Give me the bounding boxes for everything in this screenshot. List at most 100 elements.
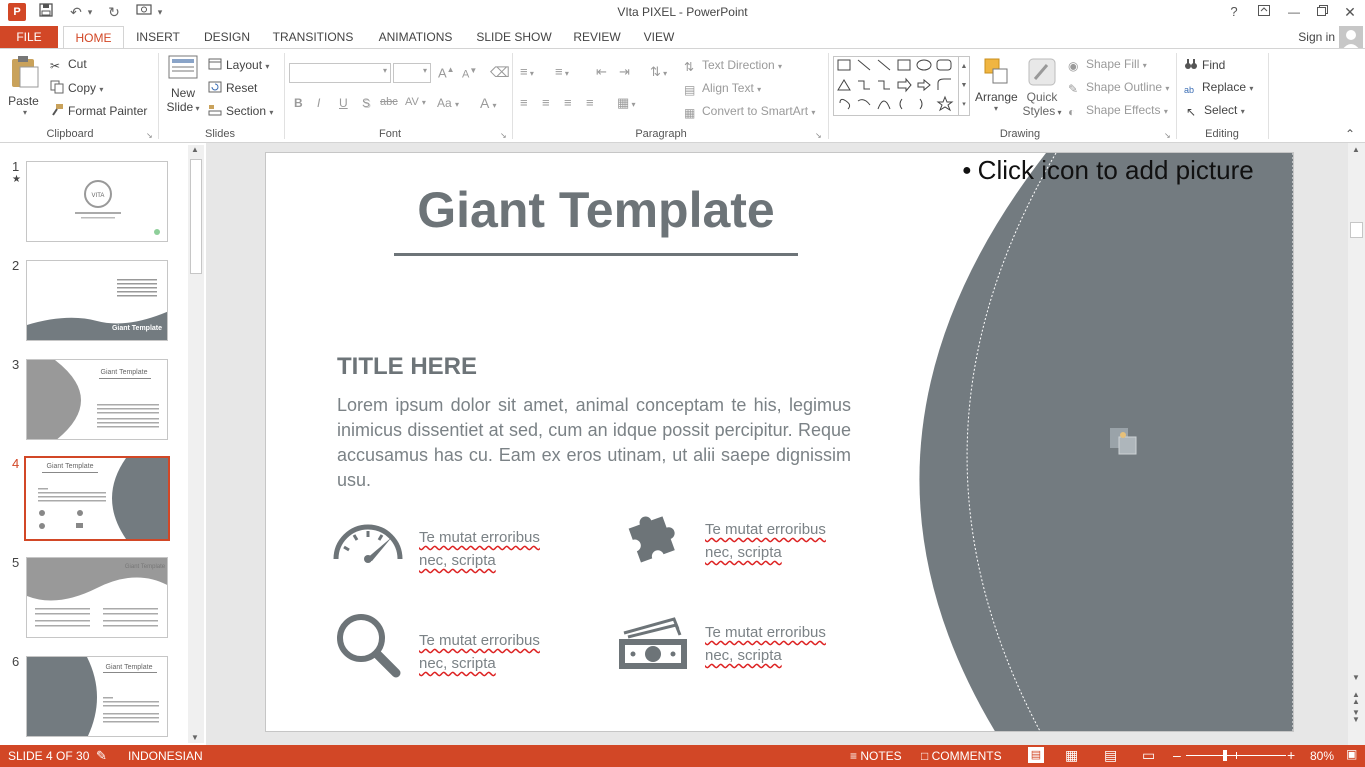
slide-canvas[interactable]: ● Click icon to add picture Giant Templat… xyxy=(265,152,1294,732)
paste-button[interactable]: Paste ▾ xyxy=(8,55,42,121)
insert-picture-icon[interactable] xyxy=(1109,427,1137,455)
align-left-icon[interactable]: ≡ xyxy=(520,95,528,110)
text-direction-button[interactable]: ⇅ Text Direction ▾ xyxy=(684,58,782,74)
new-slide-button[interactable]: New Slide ▾ xyxy=(166,55,200,125)
picture-placeholder-text[interactable]: ● Click icon to add picture xyxy=(962,155,1254,186)
previous-slide-icon[interactable]: ▲ ▲ xyxy=(1352,691,1360,706)
slide-show-icon[interactable]: ▭ xyxy=(1142,747,1155,764)
decrease-indent-icon[interactable]: ⇤ xyxy=(596,64,607,80)
tab-slide-show[interactable]: SLIDE SHOW xyxy=(472,26,556,49)
drawing-launcher-icon[interactable]: ↘ xyxy=(1164,131,1171,140)
layout-button[interactable]: Layout ▾ xyxy=(208,57,269,72)
minimize-icon[interactable]: — xyxy=(1281,2,1307,22)
close-icon[interactable]: ✕ xyxy=(1337,2,1363,22)
font-size-combo[interactable]: ▾ xyxy=(393,63,431,83)
slide-scroll-thumb[interactable] xyxy=(1350,222,1363,238)
shape-effects-button[interactable]: ◐ Shape Effects ▾ xyxy=(1068,103,1168,119)
change-case-button[interactable]: Aa ▾ xyxy=(437,96,459,110)
numbering-icon[interactable]: ≡ ▾ xyxy=(555,64,569,79)
slide-thumbnail-4[interactable]: Giant Template xyxy=(24,456,170,541)
columns-icon[interactable]: ▦ ▾ xyxy=(617,95,636,111)
justify-icon[interactable]: ≡ xyxy=(586,95,594,110)
section-button[interactable]: Section ▾ xyxy=(208,103,273,118)
restore-icon[interactable] xyxy=(1309,2,1335,22)
slide-thumbnail-3[interactable]: Giant Template xyxy=(26,359,168,440)
language-indicator[interactable]: INDONESIAN xyxy=(128,749,203,763)
quick-styles-button[interactable]: Quick Styles ▾ xyxy=(1022,57,1062,129)
notes-button[interactable]: ≡ NOTES xyxy=(850,749,902,763)
next-slide-icon[interactable]: ▼ ▼ xyxy=(1352,709,1360,724)
text-shadow-button[interactable]: S xyxy=(362,96,370,110)
comments-button[interactable]: □ COMMENTS xyxy=(921,749,1002,763)
copy-button[interactable]: Copy ▾ xyxy=(50,80,103,95)
scroll-up-icon[interactable]: ▲ xyxy=(1352,145,1360,154)
italic-button[interactable]: I xyxy=(317,96,320,110)
tab-transitions[interactable]: TRANSITIONS xyxy=(268,26,358,49)
tab-design[interactable]: DESIGN xyxy=(198,26,256,49)
tab-review[interactable]: REVIEW xyxy=(568,26,626,49)
slide-thumbnail-1[interactable]: VITA xyxy=(26,161,168,242)
feature-text-1[interactable]: Te mutat erroribus nec, scripta xyxy=(419,526,540,572)
font-name-combo[interactable]: ▾ xyxy=(289,63,391,83)
tab-insert[interactable]: INSERT xyxy=(130,26,186,49)
scroll-down-icon[interactable]: ▼ xyxy=(191,733,199,742)
align-text-button[interactable]: ▤ Align Text ▾ xyxy=(684,81,761,97)
help-icon[interactable]: ? xyxy=(1221,2,1247,22)
zoom-slider[interactable] xyxy=(1186,750,1286,761)
clipboard-launcher-icon[interactable]: ↘ xyxy=(146,131,153,140)
body-paragraph[interactable]: Lorem ipsum dolor sit amet, animal conce… xyxy=(337,393,851,493)
thumbnail-scroll-thumb[interactable] xyxy=(190,159,202,274)
tab-view[interactable]: VIEW xyxy=(638,26,680,49)
format-painter-button[interactable]: Format Painter xyxy=(50,103,147,118)
arrange-button[interactable]: Arrange ▾ xyxy=(975,57,1018,127)
underline-button[interactable]: U xyxy=(339,96,348,110)
font-color-button[interactable]: A ▾ xyxy=(480,95,496,111)
collapse-ribbon-icon[interactable]: ⌃ xyxy=(1345,127,1355,141)
find-button[interactable]: Find xyxy=(1184,57,1225,72)
section-heading[interactable]: TITLE HERE xyxy=(337,353,477,381)
sign-in-link[interactable]: Sign in xyxy=(1298,30,1335,44)
line-spacing-icon[interactable]: ⇅ ▾ xyxy=(650,64,667,80)
fit-slide-icon[interactable]: ▣ xyxy=(1346,747,1357,761)
scroll-up-icon[interactable]: ▲ xyxy=(191,145,199,154)
convert-smartart-button[interactable]: ▦ Convert to SmartArt ▾ xyxy=(684,104,815,120)
shapes-gallery[interactable]: ▲ ▼ ▾ xyxy=(833,56,970,116)
align-center-icon[interactable]: ≡ xyxy=(542,95,550,110)
slide-sorter-icon[interactable]: ▦ xyxy=(1065,747,1078,764)
shapes-gallery-scroll[interactable]: ▲ ▼ ▾ xyxy=(958,57,969,115)
cut-button[interactable]: ✂ Cut xyxy=(50,57,87,73)
paragraph-launcher-icon[interactable]: ↘ xyxy=(815,131,822,140)
align-right-icon[interactable]: ≡ xyxy=(564,95,572,110)
feature-text-4[interactable]: Te mutat erroribus nec, scripta xyxy=(705,621,826,667)
feature-text-2[interactable]: Te mutat erroribus nec, scripta xyxy=(705,518,826,564)
slide-thumbnail-2[interactable]: Giant Template xyxy=(26,260,168,341)
tab-file[interactable]: FILE xyxy=(0,26,58,49)
tab-home[interactable]: HOME xyxy=(63,26,124,49)
zoom-in-icon[interactable]: + xyxy=(1287,747,1295,763)
increase-indent-icon[interactable]: ⇥ xyxy=(619,64,630,80)
slide-title[interactable]: Giant Template xyxy=(366,181,826,239)
select-button[interactable]: ↖ Select ▾ xyxy=(1186,103,1245,119)
normal-view-icon[interactable]: ▤ xyxy=(1028,747,1044,763)
clear-formatting-icon[interactable]: ⌫ xyxy=(490,64,510,81)
thumbnail-scrollbar[interactable]: ▲ ▼ xyxy=(188,145,204,743)
slide-thumbnail-6[interactable]: Giant Template xyxy=(26,656,168,737)
shape-outline-button[interactable]: ✎ Shape Outline ▾ xyxy=(1068,80,1169,96)
slide-thumbnail-5[interactable]: Giant Template xyxy=(26,557,168,638)
zoom-out-icon[interactable]: – xyxy=(1173,747,1181,763)
shape-fill-button[interactable]: ◉ Shape Fill ▾ xyxy=(1068,57,1147,73)
zoom-slider-knob[interactable] xyxy=(1222,750,1227,761)
shrink-font-icon[interactable]: A▼ xyxy=(462,66,477,81)
bullets-icon[interactable]: ≡ ▾ xyxy=(520,64,534,79)
tab-animations[interactable]: ANIMATIONS xyxy=(370,26,461,49)
zoom-level[interactable]: 80% xyxy=(1310,749,1334,763)
bold-button[interactable]: B xyxy=(294,96,303,110)
avatar[interactable] xyxy=(1339,26,1363,50)
strikethrough-button[interactable]: abc xyxy=(380,96,398,108)
reset-button[interactable]: Reset xyxy=(208,80,257,95)
slide-vertical-scrollbar[interactable]: ▲ ▼ ▲ ▲ ▼ ▼ xyxy=(1348,143,1365,745)
spell-check-icon[interactable]: ✎ xyxy=(96,748,107,764)
feature-text-3[interactable]: Te mutat erroribus nec, scripta xyxy=(419,629,540,675)
character-spacing-button[interactable]: AV ▾ xyxy=(405,96,426,108)
grow-font-icon[interactable]: A▲ xyxy=(438,65,455,80)
